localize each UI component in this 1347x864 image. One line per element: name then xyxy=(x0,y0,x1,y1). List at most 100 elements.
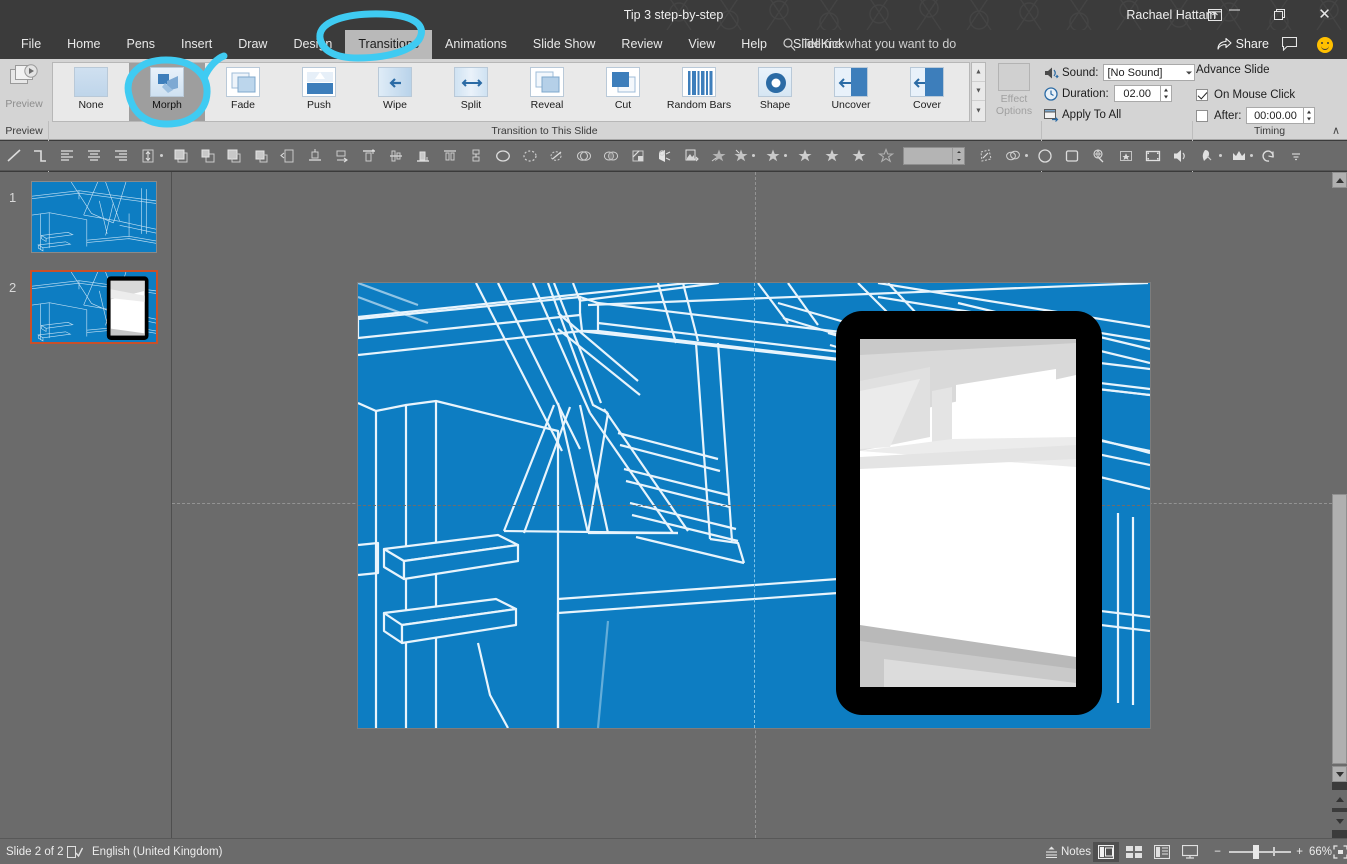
gallery-scroll-up-button[interactable]: ▲ xyxy=(972,63,985,82)
slide-thumbnail-1[interactable]: 1 xyxy=(0,180,172,270)
gallery-scroll-buttons[interactable]: ▲ ▼ ▼ xyxy=(971,62,986,122)
transition-split[interactable]: Split xyxy=(433,63,509,121)
animation-star-a-icon[interactable] xyxy=(708,145,730,167)
transition-cut[interactable]: Cut xyxy=(585,63,661,121)
align-bottom-icon[interactable] xyxy=(412,145,434,167)
transition-reveal[interactable]: Reveal xyxy=(509,63,585,121)
insert-picture-icon[interactable] xyxy=(681,145,703,167)
zoom-out-button[interactable]: − xyxy=(1214,839,1221,864)
animation-star-e-icon[interactable] xyxy=(821,145,843,167)
gallery-scroll-down-button[interactable]: ▼ xyxy=(972,82,985,101)
tab-file[interactable]: File xyxy=(8,30,54,59)
slide-editing-canvas[interactable] xyxy=(172,172,1332,838)
after-input[interactable]: 00:00.00 xyxy=(1246,107,1304,124)
slide-show-view-button[interactable] xyxy=(1177,842,1203,862)
tab-transitions[interactable]: Transitions xyxy=(345,30,432,59)
align-objects-icon[interactable] xyxy=(304,145,326,167)
line-spacing-icon[interactable] xyxy=(137,145,159,167)
bring-forward-icon[interactable] xyxy=(197,145,219,167)
dropdown-dot-icon[interactable] xyxy=(1250,154,1253,157)
transition-none[interactable]: None xyxy=(53,63,129,121)
spellcheck-icon[interactable] xyxy=(66,839,84,864)
align-top-icon[interactable] xyxy=(358,145,380,167)
close-icon[interactable]: ✕ xyxy=(1302,0,1347,30)
next-slide-button[interactable] xyxy=(1332,812,1347,830)
slide-sorter-view-button[interactable] xyxy=(1121,842,1147,862)
text-box-icon[interactable] xyxy=(1115,145,1137,167)
remove-background-icon[interactable] xyxy=(654,145,676,167)
preview-button[interactable]: Preview xyxy=(0,59,48,125)
scroll-up-button[interactable] xyxy=(1332,172,1347,188)
language-indicator[interactable]: English (United Kingdom) xyxy=(92,839,222,864)
transition-wipe[interactable]: Wipe xyxy=(357,63,433,121)
collapse-ribbon-button[interactable]: ∧ xyxy=(1332,124,1340,137)
duration-input[interactable]: 02.00 xyxy=(1114,85,1161,102)
zoom-slider-track-left[interactable] xyxy=(1229,851,1291,853)
tab-help[interactable]: Help xyxy=(728,30,780,59)
union-shapes-icon[interactable] xyxy=(573,145,595,167)
after-stepper[interactable] xyxy=(1304,107,1315,124)
gallery-more-button[interactable]: ▼ xyxy=(972,101,985,120)
rotate-icon[interactable] xyxy=(277,145,299,167)
transition-morph[interactable]: Morph xyxy=(129,63,205,121)
reading-view-button[interactable] xyxy=(1149,842,1175,862)
dropdown-dot-icon[interactable] xyxy=(752,154,755,157)
smiley-face-icon[interactable] xyxy=(1317,37,1333,53)
animation-star-c-icon[interactable] xyxy=(762,145,784,167)
tab-pens[interactable]: Pens xyxy=(114,30,169,59)
oval-icon[interactable] xyxy=(492,145,514,167)
scrollbar-thumb[interactable] xyxy=(1332,494,1347,764)
animation-star-b-icon[interactable] xyxy=(730,145,752,167)
slide-thumbnail-pane[interactable]: 1 xyxy=(0,172,172,838)
effect-options-button[interactable]: Effect Options xyxy=(991,63,1037,125)
on-mouse-click-checkbox[interactable] xyxy=(1196,89,1208,101)
restore-icon[interactable] xyxy=(1257,0,1302,30)
audio-icon[interactable] xyxy=(1169,145,1191,167)
animation-star-f-icon[interactable] xyxy=(848,145,870,167)
transition-random-bars[interactable]: Random Bars xyxy=(661,63,737,121)
slide-counter[interactable]: Slide 2 of 2 xyxy=(6,839,64,864)
freeform-icon[interactable] xyxy=(519,145,541,167)
connector-icon[interactable] xyxy=(29,145,51,167)
tab-design[interactable]: Design xyxy=(280,30,345,59)
hyperlink-icon[interactable] xyxy=(1088,145,1110,167)
shape-size-stepper[interactable] xyxy=(952,148,964,164)
circle-shape-icon[interactable] xyxy=(1034,145,1056,167)
tab-home[interactable]: Home xyxy=(54,30,113,59)
scroll-down-button[interactable] xyxy=(1332,766,1347,782)
normal-view-button[interactable] xyxy=(1093,842,1119,862)
zoom-slider-handle[interactable] xyxy=(1253,845,1259,859)
tab-draw[interactable]: Draw xyxy=(225,30,280,59)
crop-icon[interactable] xyxy=(627,145,649,167)
transition-fade[interactable]: Fade xyxy=(205,63,281,121)
distribute-horizontal-icon[interactable] xyxy=(439,145,461,167)
minimize-icon[interactable] xyxy=(1212,0,1257,30)
canvas-vertical-scrollbar[interactable] xyxy=(1332,172,1347,782)
transition-uncover[interactable]: Uncover xyxy=(813,63,889,121)
distribute-icon[interactable] xyxy=(331,145,353,167)
animation-star-d-icon[interactable] xyxy=(794,145,816,167)
duration-stepper[interactable] xyxy=(1161,85,1172,102)
after-checkbox[interactable] xyxy=(1196,110,1208,122)
align-center-icon[interactable] xyxy=(83,145,105,167)
more-icon[interactable] xyxy=(1285,145,1307,167)
transition-shape[interactable]: Shape xyxy=(737,63,813,121)
dropdown-dot-icon[interactable] xyxy=(1219,154,1222,157)
send-backward-icon[interactable] xyxy=(250,145,272,167)
apply-to-all-button[interactable]: Apply To All xyxy=(1044,105,1121,124)
tab-animations[interactable]: Animations xyxy=(432,30,520,59)
send-to-back-icon[interactable] xyxy=(223,145,245,167)
rectangle-shape-icon[interactable] xyxy=(1061,145,1083,167)
tablet-device-graphic[interactable] xyxy=(836,311,1102,715)
comment-icon[interactable] xyxy=(1282,37,1297,56)
slide-thumbnail-2[interactable]: 2 xyxy=(0,270,172,360)
shape-fill-icon[interactable] xyxy=(975,145,997,167)
previous-slide-button[interactable] xyxy=(1332,790,1347,808)
video-icon[interactable] xyxy=(1142,145,1164,167)
dropdown-dot-icon[interactable] xyxy=(784,154,787,157)
ink-icon[interactable] xyxy=(1196,145,1218,167)
share-button[interactable]: Share xyxy=(1217,30,1269,59)
tab-insert[interactable]: Insert xyxy=(168,30,225,59)
dropdown-dot-icon[interactable] xyxy=(160,154,163,157)
on-mouse-click-row[interactable]: On Mouse Click xyxy=(1196,85,1295,104)
